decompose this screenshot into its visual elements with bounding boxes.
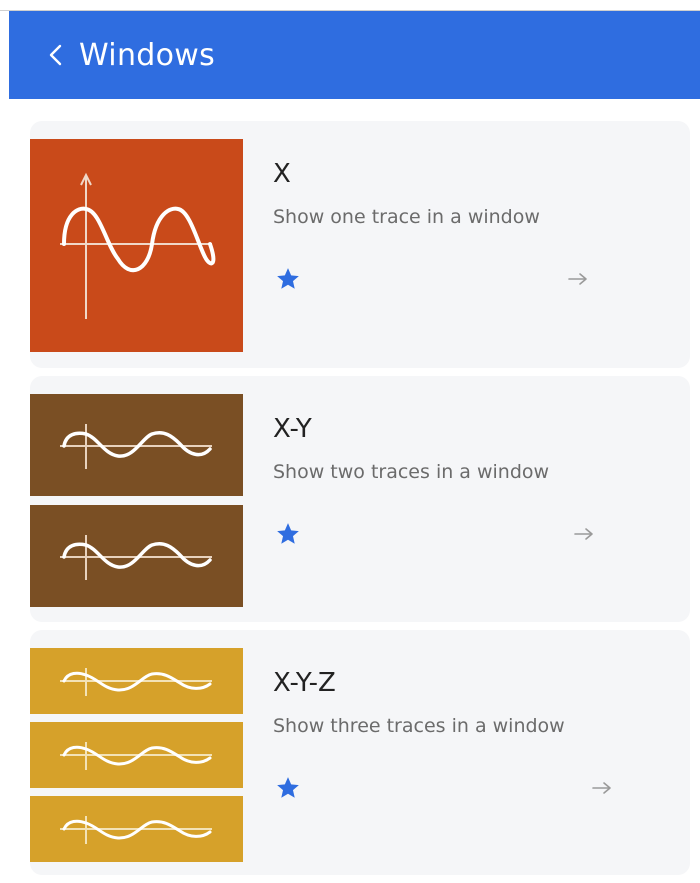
app-header: Windows <box>9 11 700 99</box>
trace-panel <box>30 505 243 607</box>
thumbnail-x-y-z <box>30 648 243 862</box>
top-border <box>0 0 700 11</box>
chevron-left-icon[interactable] <box>45 40 67 70</box>
card-description: Show two traces in a window <box>273 461 550 483</box>
thumbnail-x <box>30 139 243 352</box>
sine-wave-icon <box>30 505 243 607</box>
trace-panel <box>30 648 243 714</box>
window-layout-list: X Show one trace in a window X-Y Show tw… <box>30 121 690 883</box>
sine-wave-icon <box>30 722 243 788</box>
card-description: Show three traces in a window <box>273 715 565 737</box>
trace-panel <box>30 139 243 352</box>
card-title: X <box>273 159 291 189</box>
sine-wave-icon <box>30 394 243 496</box>
sine-wave-icon <box>30 139 243 352</box>
sine-wave-icon <box>30 648 243 714</box>
trace-panel <box>30 394 243 496</box>
window-card-x-y-z[interactable]: X-Y-Z Show three traces in a window <box>30 630 690 875</box>
card-description: Show one trace in a window <box>273 206 540 228</box>
arrow-right-icon[interactable] <box>591 780 613 796</box>
arrow-right-icon[interactable] <box>573 526 595 542</box>
star-icon[interactable] <box>275 521 301 547</box>
thumbnail-x-y <box>30 394 243 607</box>
star-icon[interactable] <box>275 266 301 292</box>
page-title: Windows <box>79 37 216 73</box>
back-button[interactable]: Windows <box>9 11 215 99</box>
star-icon[interactable] <box>275 775 301 801</box>
card-title: X-Y-Z <box>273 668 336 698</box>
trace-panel <box>30 722 243 788</box>
window-card-x[interactable]: X Show one trace in a window <box>30 121 690 368</box>
window-card-x-y[interactable]: X-Y Show two traces in a window <box>30 376 690 622</box>
sine-wave-icon <box>30 796 243 862</box>
arrow-right-icon[interactable] <box>567 271 589 287</box>
trace-panel <box>30 796 243 862</box>
card-title: X-Y <box>273 414 312 444</box>
